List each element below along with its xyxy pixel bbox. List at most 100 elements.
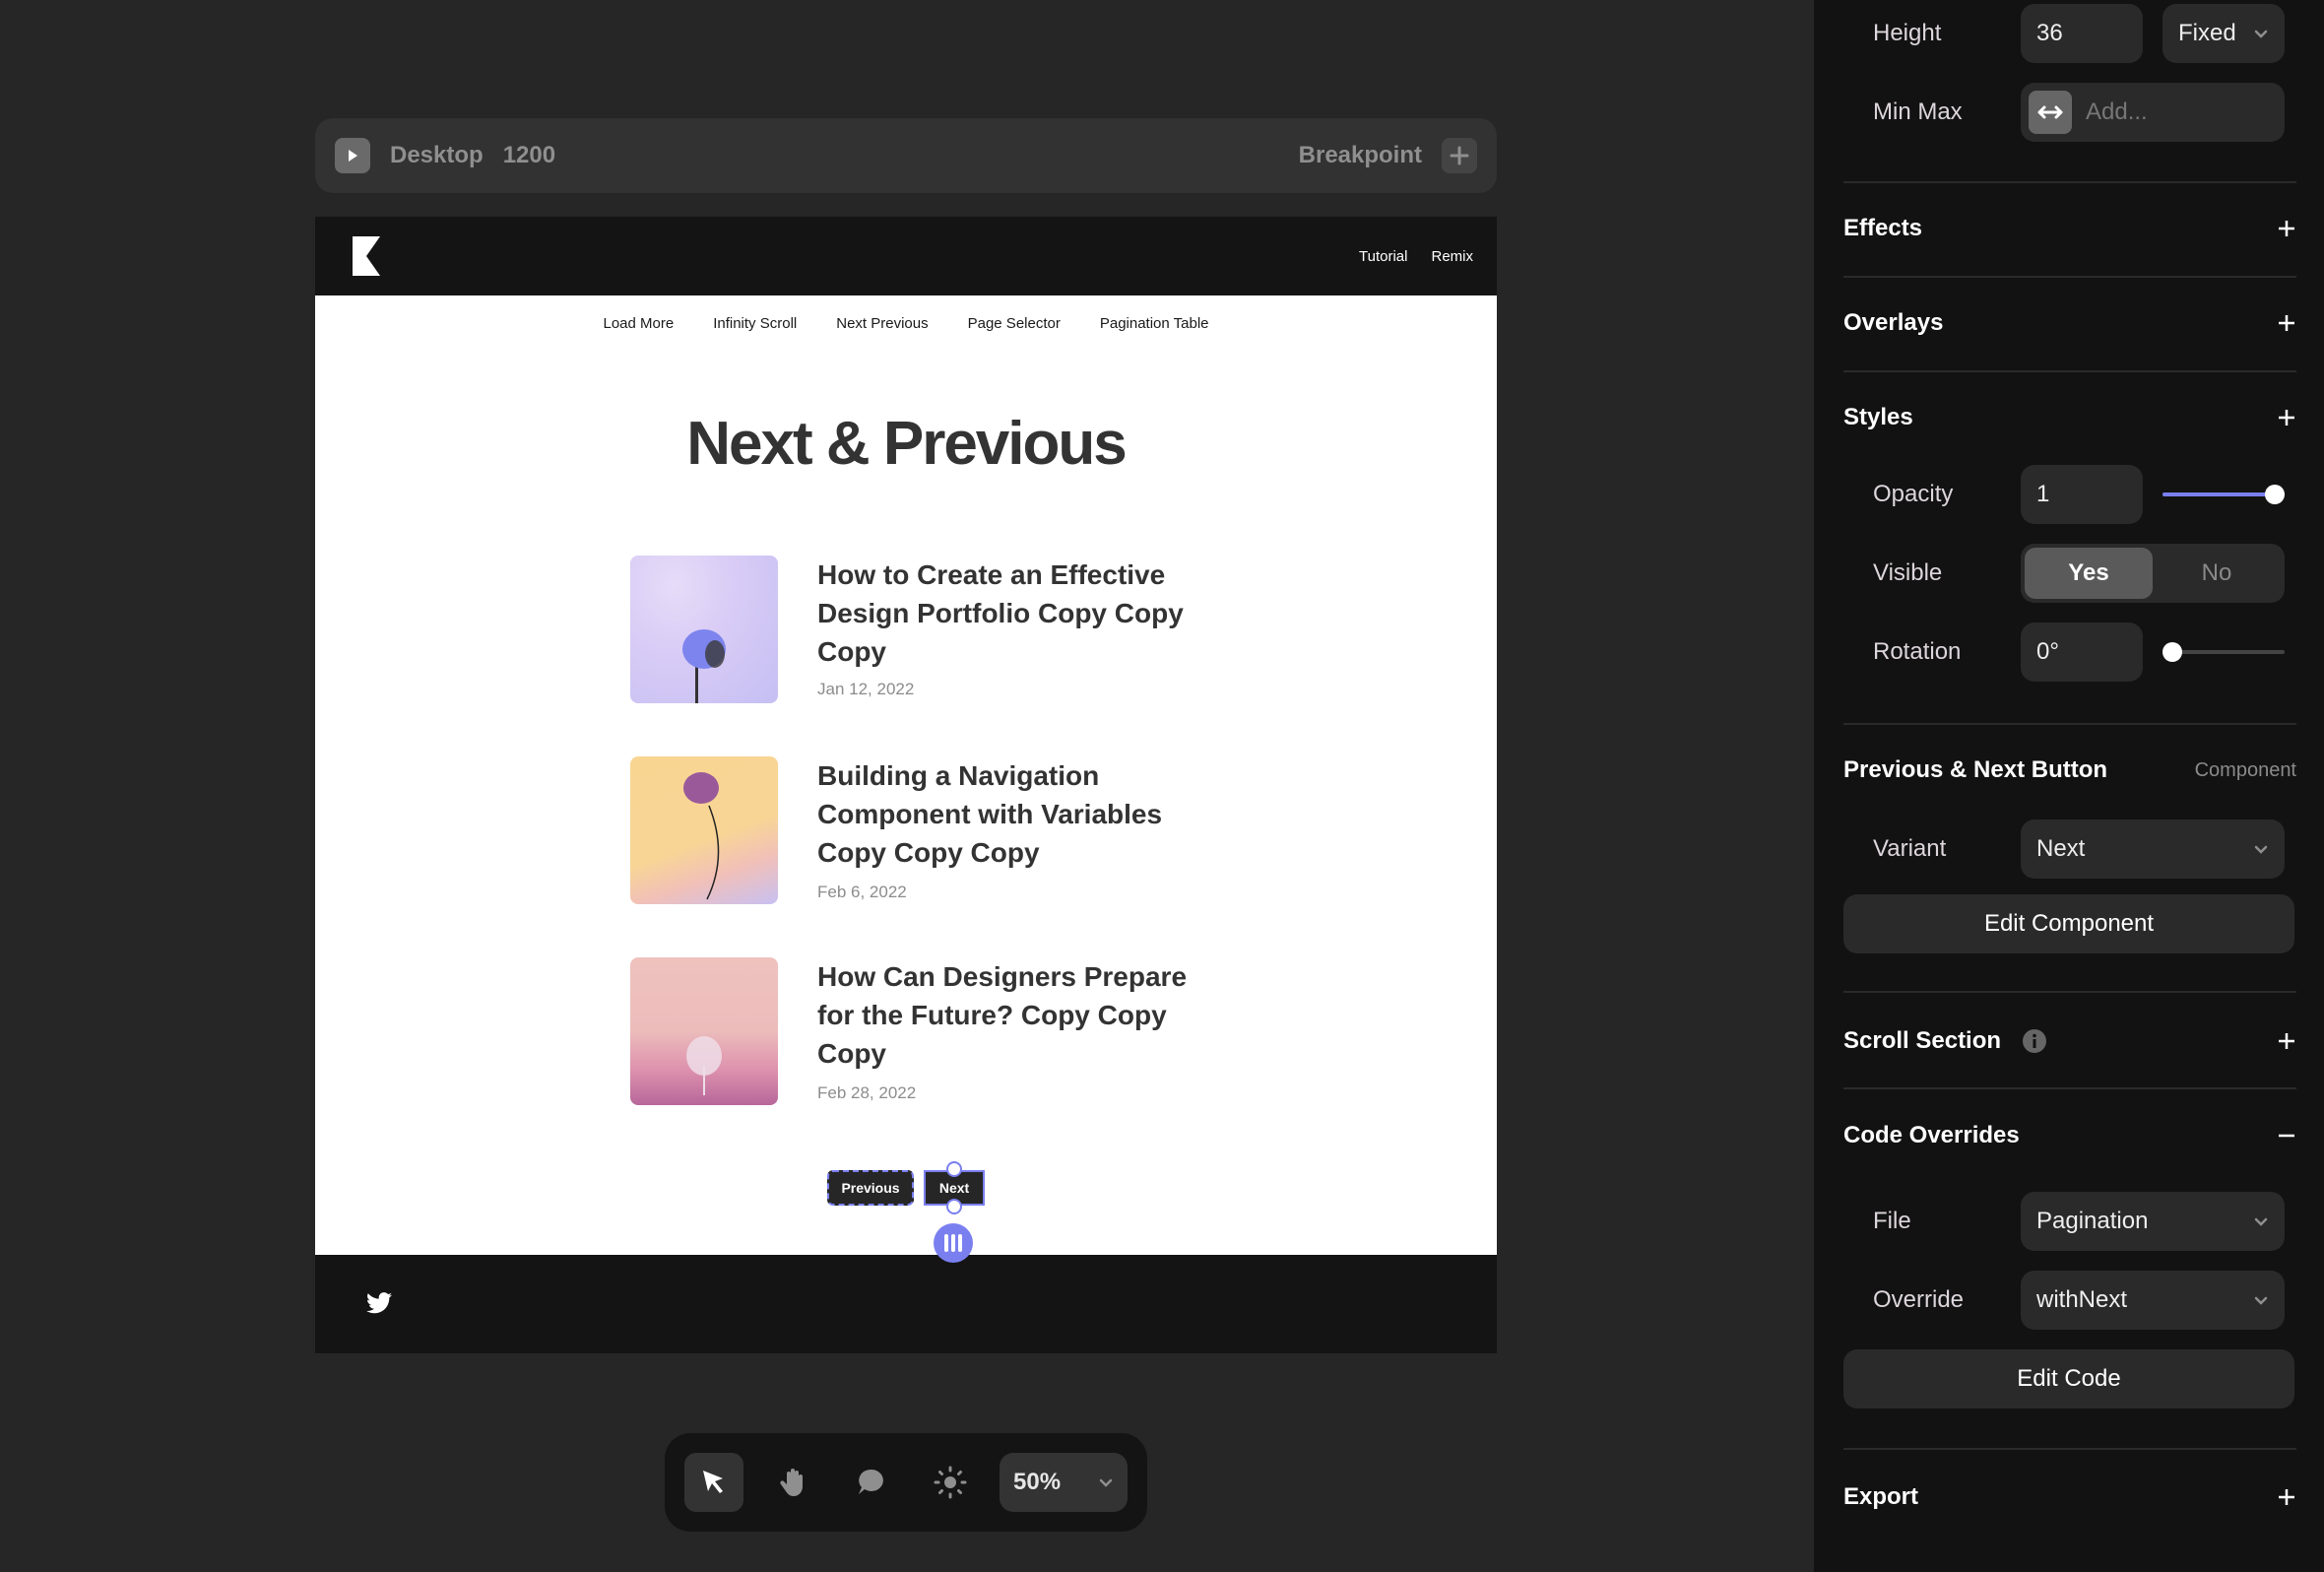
nav-page-selector[interactable]: Page Selector xyxy=(968,315,1061,332)
resize-handle-bottom[interactable] xyxy=(946,1199,962,1214)
section-export[interactable]: Export xyxy=(1843,1477,2296,1517)
chevron-down-icon xyxy=(2254,845,2268,854)
opacity-slider[interactable] xyxy=(2163,480,2285,509)
override-select[interactable]: withNext xyxy=(2021,1271,2285,1330)
plus-icon[interactable] xyxy=(2277,408,2296,427)
section-styles-title: Styles xyxy=(1843,404,1913,430)
header-link-tutorial[interactable]: Tutorial xyxy=(1359,248,1407,265)
divider xyxy=(1843,276,2296,278)
edit-component-button[interactable]: Edit Component xyxy=(1843,894,2294,953)
variant-select[interactable]: Next xyxy=(2021,819,2285,879)
theme-tool-button[interactable] xyxy=(921,1453,980,1512)
site-footer xyxy=(315,1255,1497,1353)
select-tool-button[interactable] xyxy=(684,1453,743,1512)
pagination-controls: Previous Next xyxy=(827,1161,985,1214)
post-item[interactable]: Building a Navigation Component with Var… xyxy=(630,756,1221,904)
divider xyxy=(1843,723,2296,725)
resize-handle-top[interactable] xyxy=(946,1161,962,1177)
post-date: Feb 28, 2022 xyxy=(817,1083,917,1102)
chevron-down-icon xyxy=(2254,1296,2268,1305)
section-overlays-title: Overlays xyxy=(1843,309,1944,336)
height-input[interactable]: 36 xyxy=(2021,4,2143,63)
logo-icon xyxy=(353,236,380,276)
chevron-down-icon xyxy=(2254,30,2268,38)
hand-tool-button[interactable] xyxy=(763,1453,822,1512)
plus-icon[interactable] xyxy=(2277,313,2296,333)
file-select[interactable]: Pagination xyxy=(2021,1192,2285,1251)
nav-infinity-scroll[interactable]: Infinity Scroll xyxy=(713,315,797,332)
comment-tool-button[interactable] xyxy=(842,1453,901,1512)
override-label: Override xyxy=(1873,1286,1965,1313)
nav-load-more[interactable]: Load More xyxy=(603,315,674,332)
plus-icon[interactable] xyxy=(2277,1487,2296,1507)
component-name: Previous & Next Button xyxy=(1843,756,2108,783)
plus-icon[interactable] xyxy=(2277,219,2296,238)
post-date: Feb 6, 2022 xyxy=(817,883,907,901)
twitter-icon[interactable] xyxy=(366,1292,392,1314)
rotation-label: Rotation xyxy=(1873,638,1962,665)
post-title[interactable]: How Can Designers Prepare for the Future… xyxy=(817,957,1211,1073)
section-effects[interactable]: Effects xyxy=(1843,209,2296,248)
stack-gap-handle[interactable] xyxy=(934,1223,973,1263)
header-link-remix[interactable]: Remix xyxy=(1431,248,1473,265)
section-styles[interactable]: Styles xyxy=(1843,398,2296,437)
preview-play-button[interactable] xyxy=(335,138,370,173)
chevron-down-icon xyxy=(2254,1217,2268,1226)
breakpoint-device[interactable]: Desktop xyxy=(390,142,484,169)
height-mode-select[interactable]: Fixed xyxy=(2163,4,2285,63)
override-value: withNext xyxy=(2036,1286,2128,1313)
opacity-row: Opacity 1 xyxy=(1843,465,2296,524)
post-thumbnail-yellow-branch xyxy=(630,756,778,904)
bottom-toolbar: 50% xyxy=(665,1433,1147,1532)
edit-code-button[interactable]: Edit Code xyxy=(1843,1349,2294,1408)
section-export-title: Export xyxy=(1843,1483,1919,1510)
post-title[interactable]: How to Create an Effective Design Portfo… xyxy=(817,556,1211,671)
rotation-input[interactable]: 0° xyxy=(2021,622,2143,682)
opacity-input[interactable]: 1 xyxy=(2021,465,2143,524)
opacity-label: Opacity xyxy=(1873,481,1954,507)
handle-bar xyxy=(944,1234,948,1252)
plus-icon[interactable] xyxy=(2277,1031,2296,1051)
minmax-input[interactable]: Add... xyxy=(2021,83,2285,142)
rotation-slider[interactable] xyxy=(2163,637,2285,667)
section-code-overrides-title: Code Overrides xyxy=(1843,1122,2020,1148)
post-item[interactable]: How Can Designers Prepare for the Future… xyxy=(630,957,1221,1105)
visible-no-option[interactable]: No xyxy=(2153,548,2281,599)
handle-bar xyxy=(958,1234,962,1252)
canvas[interactable]: Desktop 1200 Breakpoint Tutorial Remix L… xyxy=(0,0,1814,1572)
file-row: File Pagination xyxy=(1843,1192,2296,1251)
rotation-row: Rotation 0° xyxy=(1843,622,2296,682)
height-label: Height xyxy=(1873,20,1942,46)
slider-knob[interactable] xyxy=(2265,485,2285,504)
visible-yes-option[interactable]: Yes xyxy=(2025,548,2153,599)
section-overlays[interactable]: Overlays xyxy=(1843,303,2296,343)
section-scroll[interactable]: Scroll Section xyxy=(1843,1021,2296,1061)
next-button[interactable]: Next xyxy=(924,1161,985,1214)
minus-icon[interactable] xyxy=(2277,1126,2296,1146)
divider xyxy=(1843,1448,2296,1450)
nav-next-previous[interactable]: Next Previous xyxy=(836,315,928,332)
divider xyxy=(1843,991,2296,993)
minmax-placeholder: Add... xyxy=(2086,98,2148,125)
zoom-select[interactable]: 50% xyxy=(1000,1453,1128,1512)
add-breakpoint-button[interactable] xyxy=(1442,138,1477,173)
post-item[interactable]: How to Create an Effective Design Portfo… xyxy=(630,556,1221,703)
visible-label: Visible xyxy=(1873,559,1943,586)
previous-button[interactable]: Previous xyxy=(827,1170,914,1206)
site-nav: Load More Infinity Scroll Next Previous … xyxy=(315,315,1497,332)
nav-pagination-table[interactable]: Pagination Table xyxy=(1100,315,1209,332)
comment-bubble-icon xyxy=(859,1469,883,1494)
post-title[interactable]: Building a Navigation Component with Var… xyxy=(817,756,1211,872)
component-tag: Component xyxy=(2194,758,2296,781)
section-component: Previous & Next Button Component xyxy=(1843,751,2296,790)
section-code-overrides[interactable]: Code Overrides xyxy=(1843,1116,2296,1155)
resize-horizontal-icon xyxy=(2029,91,2072,134)
breakpoint-bar: Desktop 1200 Breakpoint xyxy=(315,118,1497,193)
site-frame[interactable]: Tutorial Remix Load More Infinity Scroll… xyxy=(315,217,1497,1353)
height-mode-value: Fixed xyxy=(2178,20,2236,46)
file-label: File xyxy=(1873,1208,1911,1234)
override-row: Override withNext xyxy=(1843,1271,2296,1330)
info-icon[interactable] xyxy=(2023,1029,2047,1053)
post-thumbnail-pink-tree xyxy=(630,957,778,1105)
slider-knob[interactable] xyxy=(2163,642,2182,662)
